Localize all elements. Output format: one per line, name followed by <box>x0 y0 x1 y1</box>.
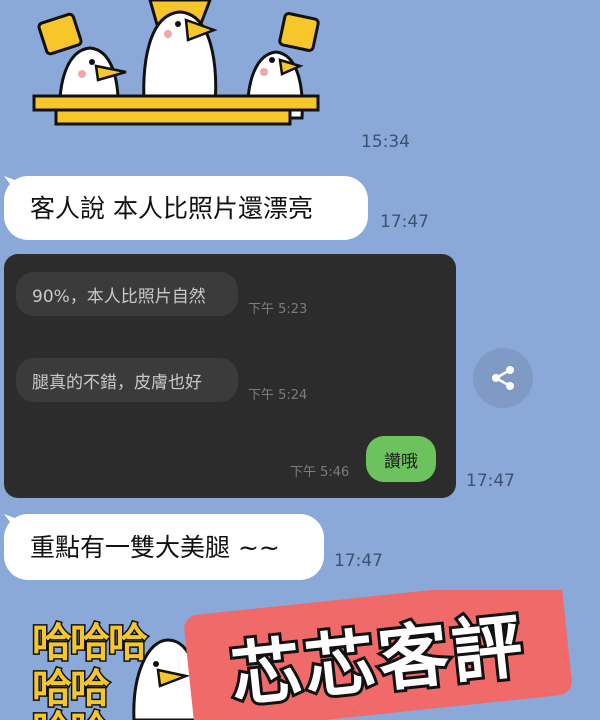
haha-sticker-bottom[interactable]: 哈哈哈 哈哈 哈哈 芯芯客評 <box>0 590 600 720</box>
penguin-sticker-top[interactable] <box>0 0 340 130</box>
inner-text-1: 90%，本人比照片自然 <box>32 286 206 307</box>
message-text-1: 客人說 本人比照片還漂亮 <box>30 193 313 223</box>
inner-time-1: 下午 5:23 <box>248 302 308 317</box>
haha-text-row-3: 哈哈 <box>31 698 112 720</box>
inner-reply-text: 讚哦 <box>384 451 418 472</box>
review-banner: 芯芯客評 <box>182 590 574 720</box>
inner-time-3: 下午 5:46 <box>290 465 350 480</box>
sticker-timestamp: 15:34 <box>361 132 410 152</box>
banner-title: 芯芯客評 <box>224 601 533 719</box>
message-bubble-2[interactable]: 重點有一雙大美腿 ~~ <box>4 514 324 580</box>
share-icon <box>492 366 514 390</box>
image-timestamp: 17:47 <box>466 471 515 491</box>
message-timestamp-1: 17:47 <box>380 212 429 232</box>
message-bubble-1[interactable]: 客人說 本人比照片還漂亮 <box>4 176 368 240</box>
inner-bubble-1: 90%，本人比照片自然 <box>16 272 238 316</box>
inner-bubble-2: 腿真的不錯，皮膚也好 <box>16 358 238 402</box>
message-timestamp-2: 17:47 <box>334 551 383 571</box>
bubble-tail-icon <box>4 514 20 530</box>
bubble-tail-icon <box>4 176 20 192</box>
inner-text-2: 腿真的不錯，皮膚也好 <box>32 372 202 393</box>
inner-time-2: 下午 5:24 <box>248 388 308 403</box>
message-text-2: 重點有一雙大美腿 ~~ <box>30 532 280 562</box>
inner-reply-bubble: 讚哦 <box>366 436 436 482</box>
share-button[interactable] <box>473 348 533 408</box>
embedded-chat-screenshot[interactable]: 90%，本人比照片自然 下午 5:23 腿真的不錯，皮膚也好 下午 5:24 下… <box>4 254 456 498</box>
